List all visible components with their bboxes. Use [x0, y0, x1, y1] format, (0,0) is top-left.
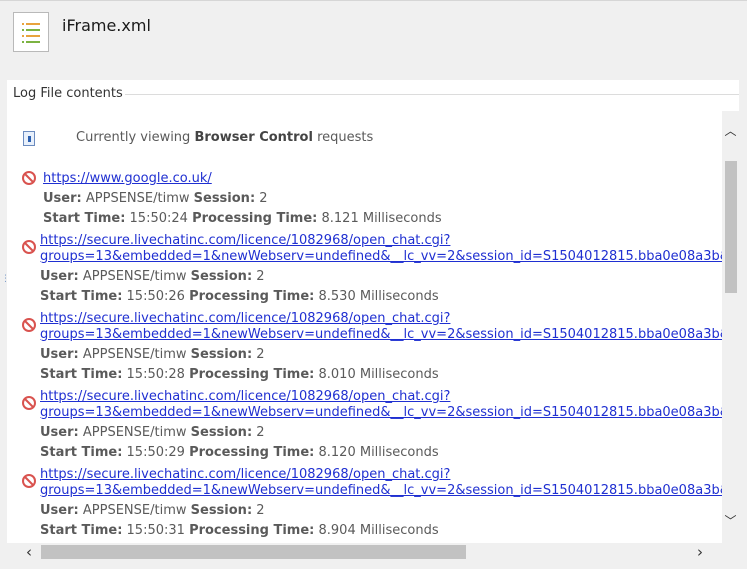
- blocked-icon: [22, 240, 36, 254]
- entry-url-link-cont[interactable]: groups=13&embedded=1&newWebserv=undefine…: [40, 483, 722, 499]
- group-divider: [125, 94, 739, 95]
- entry-url-link-cont[interactable]: groups=13&embedded=1&newWebserv=undefine…: [40, 327, 722, 343]
- blocked-icon: [22, 318, 36, 332]
- group-label: Log File contents: [13, 86, 129, 101]
- info-highlight: Browser Control: [194, 130, 313, 145]
- blocked-icon: [22, 171, 36, 185]
- entry-time-line: Start Time: 15:50:31 Processing Time: 8.…: [40, 523, 439, 538]
- splitter-grip-icon[interactable]: ⋮: [1, 275, 10, 293]
- entry-url-link-cont[interactable]: groups=13&embedded=1&newWebserv=undefine…: [40, 249, 722, 265]
- entry-user-line: User: APPSENSE/timw Session: 2: [40, 425, 265, 440]
- scroll-up-arrow-icon[interactable]: ︿: [724, 125, 737, 138]
- entry-user-line: User: APPSENSE/timw Session: 2: [40, 347, 265, 362]
- info-document-icon: [23, 131, 35, 146]
- entry-user-line: User: APPSENSE/timw Session: 2: [43, 191, 268, 206]
- entry-url-link[interactable]: https://secure.livechatinc.com/licence/1…: [40, 311, 450, 327]
- file-title: iFrame.xml: [62, 16, 151, 35]
- entry-time-line: Start Time: 15:50:28 Processing Time: 8.…: [40, 367, 439, 382]
- entry-url-link[interactable]: https://www.google.co.uk/: [43, 171, 212, 187]
- entry-user-line: User: APPSENSE/timw Session: 2: [40, 269, 265, 284]
- info-text: Currently viewing Browser Control reques…: [76, 130, 374, 145]
- info-row: Currently viewing Browser Control reques…: [12, 111, 712, 151]
- log-viewport[interactable]: Currently viewing Browser Control reques…: [12, 111, 722, 543]
- log-file-icon: [13, 12, 49, 52]
- entry-time-line: Start Time: 15:50:26 Processing Time: 8.…: [40, 289, 439, 304]
- entry-user-line: User: APPSENSE/timw Session: 2: [40, 503, 265, 518]
- vertical-scroll-thumb[interactable]: [725, 161, 737, 293]
- entry-url-link[interactable]: https://secure.livechatinc.com/licence/1…: [40, 467, 450, 483]
- top-border: [0, 0, 747, 1]
- entry-time-line: Start Time: 15:50:29 Processing Time: 8.…: [40, 445, 439, 460]
- entry-url-link[interactable]: https://secure.livechatinc.com/licence/1…: [40, 389, 450, 405]
- horizontal-scrollbar[interactable]: ‹ ›: [12, 543, 722, 560]
- scroll-down-arrow-icon[interactable]: ﹀: [724, 515, 737, 528]
- vertical-scrollbar[interactable]: ︿ ﹀: [722, 111, 739, 543]
- horizontal-scroll-thumb[interactable]: [41, 545, 466, 559]
- scroll-left-arrow-icon[interactable]: ‹: [22, 544, 36, 560]
- entry-url-link[interactable]: https://secure.livechatinc.com/licence/1…: [40, 233, 450, 249]
- scroll-right-arrow-icon[interactable]: ›: [693, 544, 707, 560]
- blocked-icon: [22, 474, 36, 488]
- entry-time-line: Start Time: 15:50:24 Processing Time: 8.…: [43, 211, 442, 226]
- blocked-icon: [22, 396, 36, 410]
- entry-url-link-cont[interactable]: groups=13&embedded=1&newWebserv=undefine…: [40, 405, 722, 421]
